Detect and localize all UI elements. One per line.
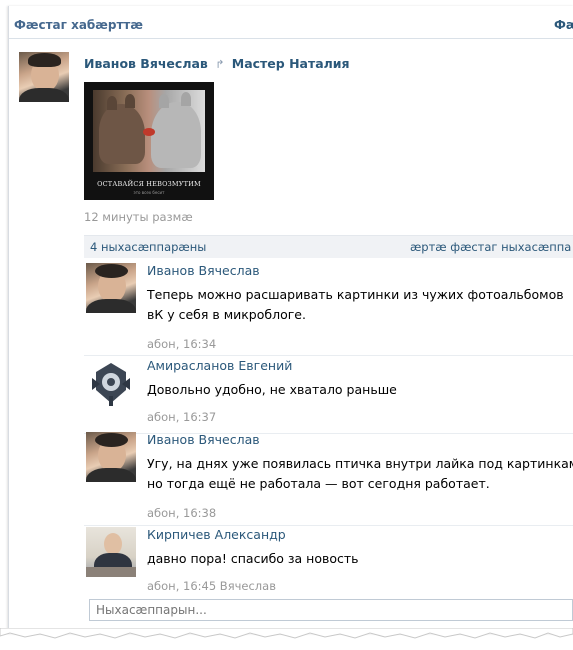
comments-bar: 4 ныхасæппарæны æртæ фæстаг ныхасæппа xyxy=(84,235,573,258)
post-timestamp[interactable]: 12 минуты размæ xyxy=(84,210,193,224)
commenter-avatar[interactable] xyxy=(86,263,136,313)
cats-image xyxy=(93,90,205,172)
comment-text: давно пора! спасибо за новость xyxy=(147,551,359,566)
commenter-avatar[interactable] xyxy=(86,527,136,577)
feed-title[interactable]: Фæстаг хабæрттæ xyxy=(14,18,143,32)
comments-count: 4 ныхасæппарæны xyxy=(90,240,207,254)
torn-edge xyxy=(0,628,573,639)
reply-input[interactable] xyxy=(89,599,573,621)
comment-divider xyxy=(84,355,573,356)
comment-item: Амирасланов Евгений Довольно удобно, не … xyxy=(84,358,573,434)
comment-time[interactable]: абон, 16:34 xyxy=(147,337,216,351)
comment-item: Иванов Вячеслав Угу, на днях уже появила… xyxy=(84,432,573,526)
header-right-link[interactable]: Фæ xyxy=(554,18,573,32)
comment-item: Кирпичев Александр давно пора! спасибо з… xyxy=(84,527,573,597)
commenter-avatar[interactable] xyxy=(86,432,136,482)
post-author-link[interactable]: Иванов Вячеслав xyxy=(84,56,208,71)
comment-time[interactable]: абон, 16:38 xyxy=(147,506,216,520)
comment-text: Угу, на днях уже появилась птичка внутри… xyxy=(147,456,573,491)
feed-header: Фæстаг хабæрттæ Фæ xyxy=(9,6,573,39)
show-older-comments-link[interactable]: æртæ фæстаг ныхасæппа xyxy=(410,240,571,254)
commenter-name[interactable]: Иванов Вячеслав xyxy=(147,263,260,278)
repost-arrow-icon: ↱ xyxy=(215,58,225,71)
comment-item: Иванов Вячеслав Теперь можно расшаривать… xyxy=(84,263,573,356)
commenter-avatar[interactable] xyxy=(86,358,136,408)
photo-caption: ОСТАВАЙСЯ НЕВОЗМУТИМ xyxy=(97,180,201,188)
post-author-avatar[interactable] xyxy=(19,52,69,102)
commenter-name[interactable]: Амирасланов Евгений xyxy=(147,358,292,373)
post-header: Иванов Вячеслав ↱ Мастер Наталия xyxy=(84,56,350,71)
comment-divider xyxy=(84,525,573,526)
comment-time[interactable]: абон, 16:37 xyxy=(147,410,216,424)
comment-time[interactable]: абон, 16:45 Вячеслав xyxy=(147,579,276,593)
comment-text: Теперь можно расшаривать картинки из чуж… xyxy=(147,287,564,322)
repost-source-link[interactable]: Мастер Наталия xyxy=(232,56,350,71)
photo-subcaption: это всех бесит xyxy=(133,190,165,195)
commenter-name[interactable]: Иванов Вячеслав xyxy=(147,432,260,447)
comment-text: Довольно удобно, не хватало раньше xyxy=(147,382,397,397)
commenter-name[interactable]: Кирпичев Александр xyxy=(147,527,286,542)
news-feed-panel: Фæстаг хабæрттæ Фæ Иванов Вячеслав ↱ Мас… xyxy=(8,6,573,634)
post-photo[interactable]: ОСТАВАЙСЯ НЕВОЗМУТИМ это всех бесит xyxy=(84,82,214,200)
